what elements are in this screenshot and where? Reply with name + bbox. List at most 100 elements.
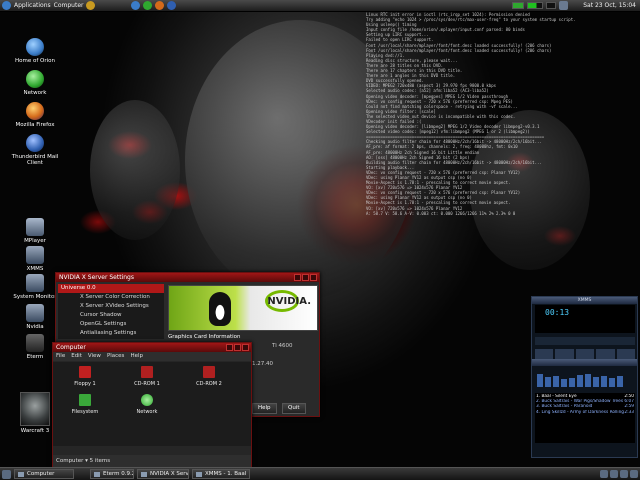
terminal-icon — [26, 334, 44, 352]
computer-menu[interactable]: Computer — [54, 2, 84, 9]
maximize-icon[interactable] — [234, 344, 241, 351]
eq-slider[interactable] — [561, 379, 567, 387]
desktop-icon-thunderbird[interactable]: Thunderbird Mail Client — [5, 134, 65, 166]
desktop-icon-xmms[interactable]: XMMS — [5, 246, 65, 272]
nvidia-banner: NVIDIA. — [168, 285, 318, 331]
workspace-3[interactable] — [620, 470, 628, 478]
task-nvidia[interactable]: NVIDIA X Server — [137, 469, 189, 479]
close-icon[interactable] — [242, 344, 249, 351]
eq-slider[interactable] — [537, 374, 543, 387]
eq-slider[interactable] — [593, 377, 599, 387]
eq-slider[interactable] — [617, 376, 623, 387]
tree-item[interactable]: OpenGL Settings — [58, 320, 164, 329]
eq-slider[interactable] — [585, 374, 591, 387]
menu-help[interactable]: Help — [130, 352, 143, 361]
play-icon[interactable] — [555, 349, 574, 359]
workspace-1[interactable] — [600, 470, 608, 478]
xmms-time: 00:13 — [545, 308, 570, 317]
menu-places[interactable]: Places — [107, 352, 125, 361]
launcher-icon[interactable] — [86, 1, 96, 10]
thunderbird-icon — [26, 134, 44, 152]
workspace-switcher — [600, 470, 638, 478]
eq-slider[interactable] — [569, 378, 575, 387]
minimize-icon[interactable] — [294, 274, 301, 281]
show-desktop-icon[interactable] — [2, 469, 11, 479]
nvidia-window-titlebar[interactable]: NVIDIA X Server Settings — [56, 273, 319, 282]
file-item-network[interactable]: Network — [122, 394, 172, 415]
thunderbird-launcher-icon[interactable] — [167, 1, 177, 10]
task-xmms[interactable]: XMMS - 1. Baal — [192, 469, 250, 479]
close-icon[interactable] — [310, 274, 317, 281]
tree-item[interactable]: Antialiasing Settings — [58, 329, 164, 338]
menu-file[interactable]: File — [56, 352, 65, 361]
eq-slider[interactable] — [577, 375, 583, 387]
prev-icon[interactable] — [535, 349, 554, 359]
tree-item[interactable]: Cursor Shadow — [58, 311, 164, 320]
item-count: 5 items — [89, 458, 111, 464]
maximize-icon[interactable] — [302, 274, 309, 281]
tree-item[interactable]: X Server XVideo Settings — [58, 302, 164, 311]
clock[interactable]: Sat 23 Oct, 15:04 — [583, 2, 636, 9]
network-launcher-icon[interactable] — [143, 1, 153, 10]
computer-window-titlebar[interactable]: Computer — [53, 343, 251, 352]
terminal-line: A: 58.7 V: 58.6 A-V: 0.003 ct: 0.000 126… — [366, 210, 516, 216]
network-meter — [546, 2, 557, 9]
mplayer-icon — [26, 218, 44, 236]
xmms-equalizer[interactable] — [535, 367, 635, 389]
xmms-equalizer-titlebar[interactable] — [532, 359, 637, 366]
memory-meter — [527, 2, 544, 9]
file-item-filesystem[interactable]: Filesystem — [60, 394, 110, 415]
file-item-cdrom-1[interactable]: CD-ROM 1 — [122, 366, 172, 387]
globe-launcher-icon[interactable] — [131, 1, 141, 10]
firefox-launcher-icon[interactable] — [155, 1, 165, 10]
desktop-icon-home[interactable]: Home of Orion — [5, 38, 65, 64]
status-bar: Computer ▾ 5 items — [53, 455, 251, 467]
xmms-titlebar[interactable]: XMMS — [532, 297, 637, 304]
help-button[interactable]: Help — [252, 403, 277, 414]
eq-slider[interactable] — [609, 378, 615, 387]
xmms-player: XMMS 00:13 1. Baal - Silent Eye 2:50 2. Bu… — [531, 296, 638, 458]
playlist-row[interactable]: 4. Ling Skillzd - Army of Darkness Rolli… — [536, 410, 634, 415]
task-eterm[interactable]: Eterm 0.9.2 — [90, 469, 134, 479]
pause-icon[interactable] — [575, 349, 595, 359]
xmms-playlist[interactable]: 1. Baal - Silent Eye 2:50 2. Buck Saltrais… — [535, 393, 635, 443]
quit-button[interactable]: Quit — [282, 403, 306, 414]
desktop-icon-firefox[interactable]: Mozilla Firefox — [5, 102, 65, 128]
next-icon[interactable] — [616, 349, 636, 359]
workspace-4[interactable] — [630, 470, 638, 478]
xmms-seek-bar[interactable] — [535, 337, 635, 345]
eq-slider[interactable] — [601, 376, 607, 387]
menu-view[interactable]: View — [88, 352, 101, 361]
xmms-display: 00:13 — [535, 305, 635, 333]
network-icon — [26, 70, 44, 88]
nvidia-logo: NVIDIA. — [267, 296, 311, 307]
gnome-foot-icon[interactable] — [2, 1, 11, 10]
eterm-terminal-output[interactable]: Linux RTC init error in ioctl (rtc_irqp_… — [366, 12, 636, 290]
file-item-floppy[interactable]: Floppy 1 — [60, 366, 110, 387]
xmms-icon — [26, 246, 44, 264]
minimize-icon[interactable] — [226, 344, 233, 351]
stop-icon[interactable] — [596, 349, 615, 359]
desktop-icon-warcraft[interactable]: Warcraft 3 — [18, 392, 52, 442]
applications-menu[interactable]: Applications — [14, 2, 51, 9]
file-item-cdrom-2[interactable]: CD-ROM 2 — [184, 366, 234, 387]
monitor-icon — [26, 274, 44, 292]
computer-window: Computer File Edit View Places Help Flop… — [52, 342, 252, 468]
top-panel: Applications Computer Sat 23 Oct, 15:04 — [0, 0, 640, 12]
eq-slider[interactable] — [545, 377, 551, 387]
desktop-icon-mplayer[interactable]: MPlayer — [5, 218, 65, 244]
filesystem-icon — [79, 394, 91, 406]
cpu-meter — [512, 2, 525, 9]
tree-item[interactable]: Universe 0.0 — [58, 284, 164, 293]
bottom-panel: Computer Eterm 0.9.2 NVIDIA X Server XMM… — [0, 467, 640, 480]
globe-icon — [26, 38, 44, 56]
eq-slider[interactable] — [553, 376, 559, 387]
location-dropdown[interactable]: Computer — [56, 458, 83, 464]
volume-icon[interactable] — [559, 1, 569, 10]
nvidia-window-title: NVIDIA X Server Settings — [59, 274, 134, 281]
workspace-2[interactable] — [610, 470, 618, 478]
task-computer[interactable]: Computer — [14, 469, 74, 479]
menu-edit[interactable]: Edit — [71, 352, 82, 361]
tree-item[interactable]: X Server Color Correction — [58, 293, 164, 302]
desktop-icon-network[interactable]: Network — [5, 70, 65, 96]
